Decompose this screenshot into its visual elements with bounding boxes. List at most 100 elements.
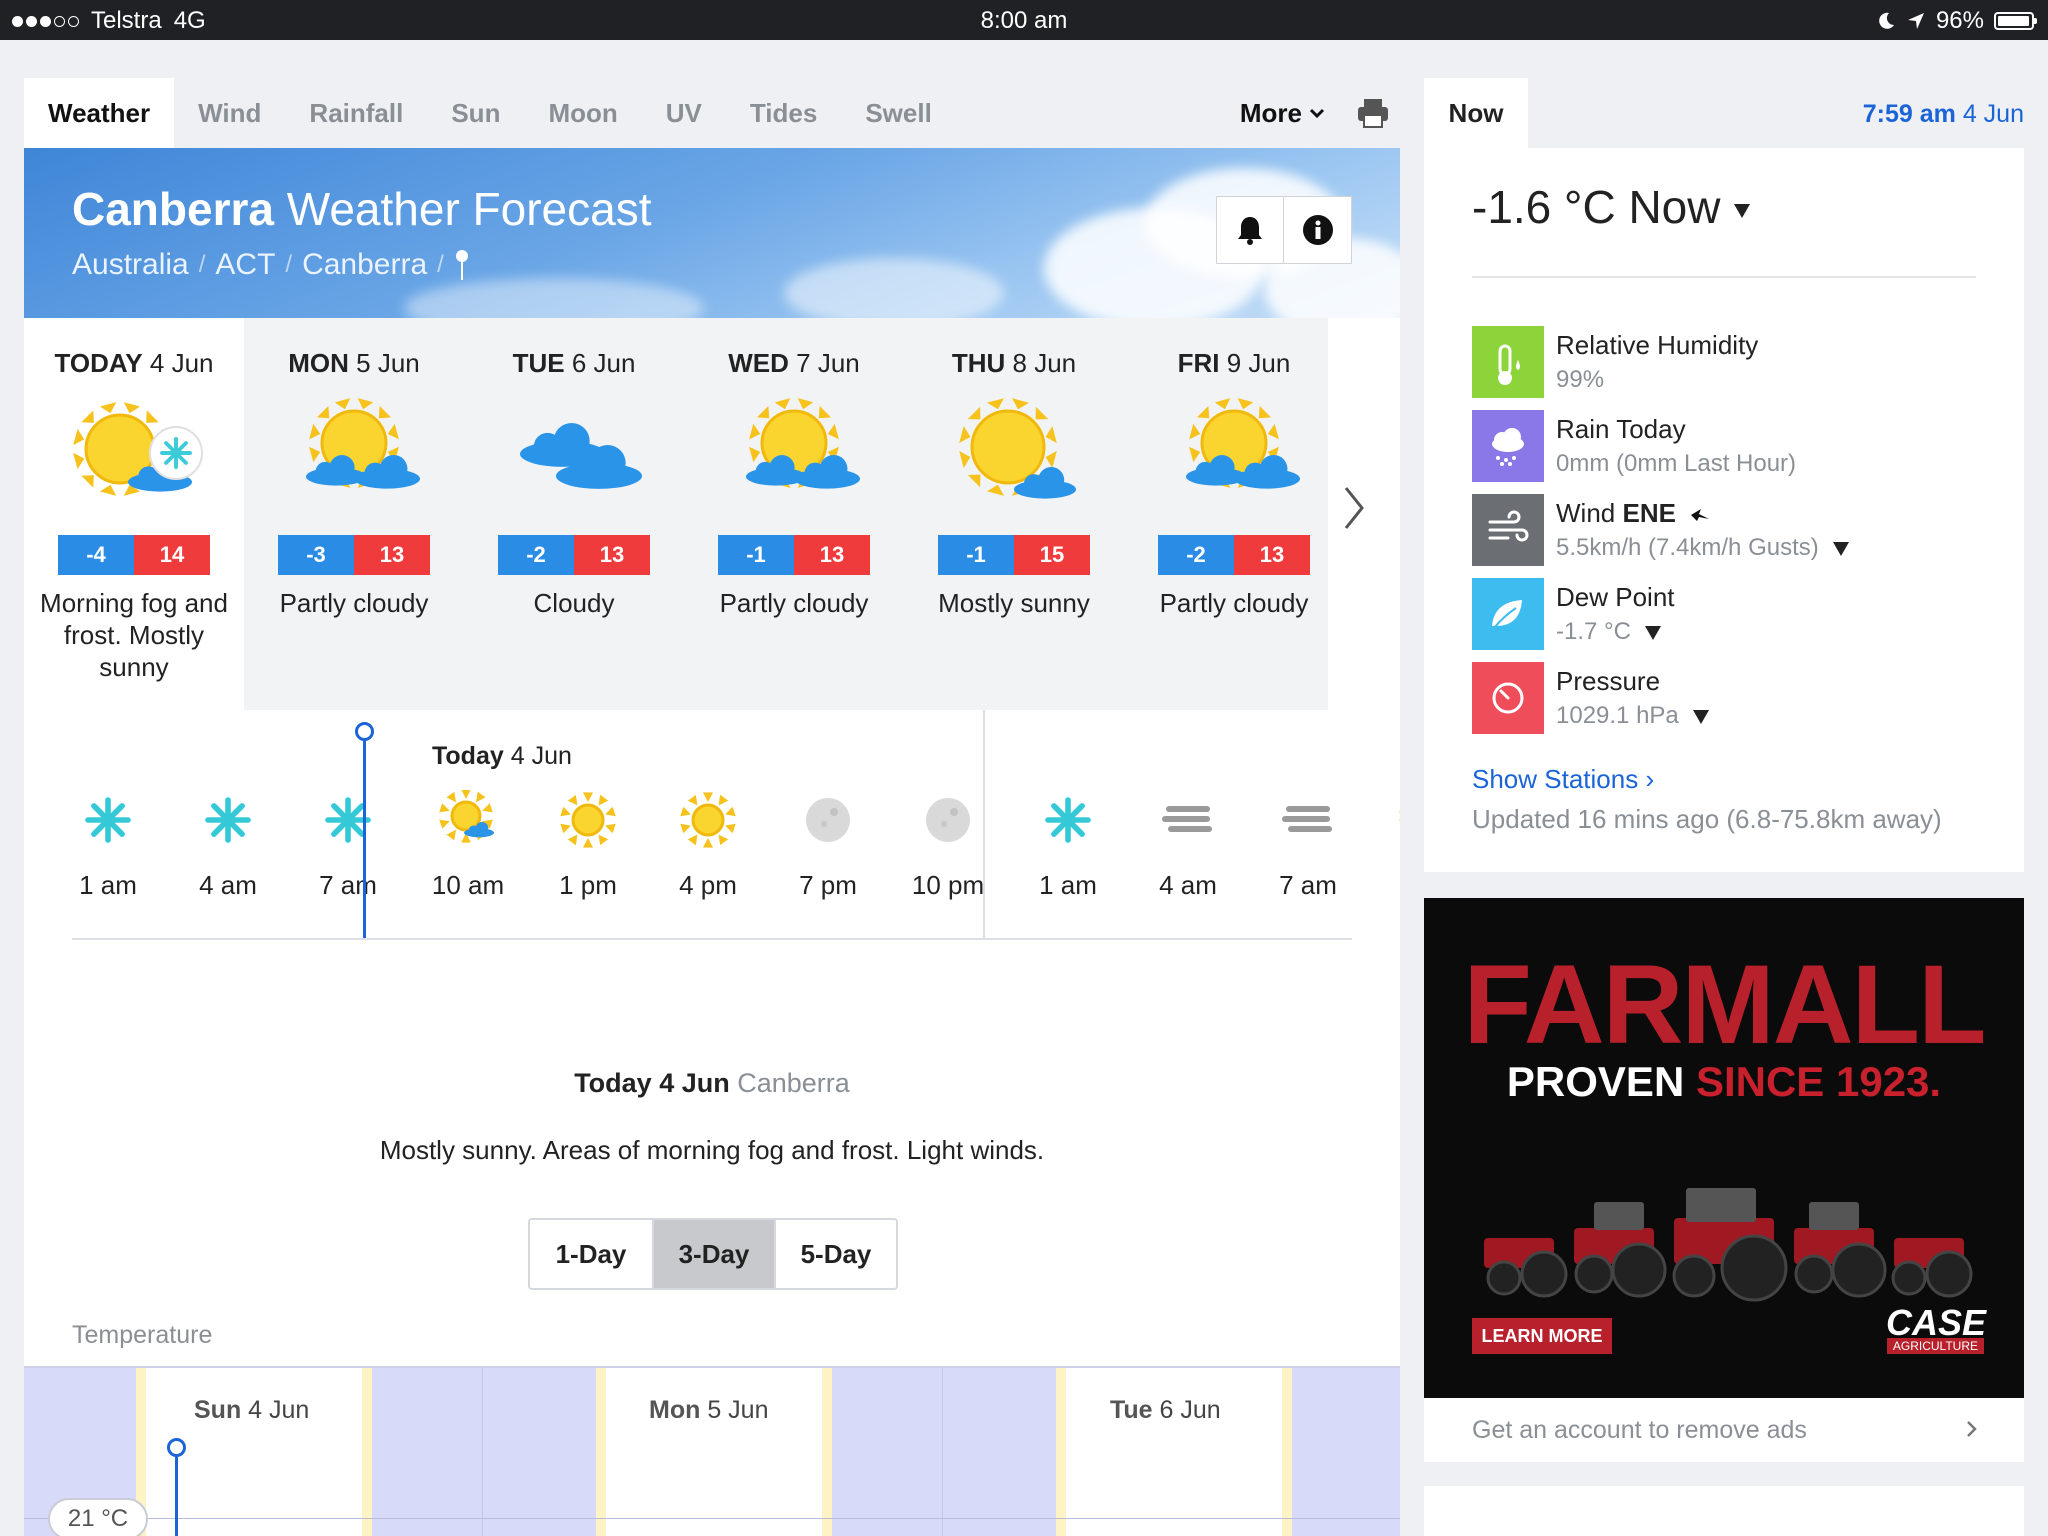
tab-tides[interactable]: Tides <box>726 78 841 148</box>
frost-icon <box>318 790 378 850</box>
stat-row[interactable]: Wind ENE 5.5km/h (7.4km/h Gusts) <box>1472 494 1992 566</box>
expand-caret-icon[interactable] <box>1644 625 1661 640</box>
alerts-button[interactable] <box>1216 196 1284 264</box>
gauge-icon <box>1472 662 1544 734</box>
bell-icon <box>1238 217 1262 245</box>
sun-cloud-icon <box>438 789 498 850</box>
day-card[interactable]: TUE 6 Jun -2 13 Cloudy <box>464 318 684 710</box>
show-stations-link[interactable]: Show Stations › <box>1472 764 1654 795</box>
day-summary: Today 4 Jun Canberra Mostly sunny. Areas… <box>24 1068 1400 1166</box>
min-temp: -2 <box>1158 535 1234 575</box>
forecast-header-banner: Canberra Weather Forecast Australia / AC… <box>24 148 1400 318</box>
location-pin-icon[interactable] <box>454 248 470 282</box>
stat-value: -1.7 °C <box>1556 618 1661 646</box>
tab-sun[interactable]: Sun <box>427 78 524 148</box>
hour-item[interactable]: 10 pm <box>888 790 1008 901</box>
range-5-day-button[interactable]: 5-Day <box>774 1220 896 1288</box>
next-panel <box>1424 1486 2024 1536</box>
observation-time: 7:59 am 4 Jun <box>1862 100 2024 128</box>
hour-time: 7 am <box>1279 870 1337 900</box>
battery-percent: 96% <box>1935 7 1984 34</box>
day-card[interactable]: THU 8 Jun -1 15 Mostly sunny <box>904 318 1124 710</box>
remove-ads-link[interactable]: Get an account to remove ads <box>1424 1398 2024 1462</box>
range-3-day-button[interactable]: 3-Day <box>652 1220 774 1288</box>
max-temp: 13 <box>794 535 870 575</box>
section-tabs: Weather Wind Rainfall Sun Moon UV Tides … <box>24 78 1400 148</box>
tab-rainfall[interactable]: Rainfall <box>285 78 427 148</box>
info-button[interactable] <box>1284 196 1352 264</box>
day-card[interactable]: MON 5 Jun -3 13 Partly cloudy <box>244 318 464 710</box>
sun-cloud-frost-icon <box>64 397 204 517</box>
hour-time: 4 pm <box>679 870 737 900</box>
forecast-column: Weather Wind Rainfall Sun Moon UV Tides … <box>24 78 1400 1536</box>
stat-row[interactable]: Dew Point -1.7 °C <box>1472 578 1992 650</box>
tab-wind[interactable]: Wind <box>174 78 285 148</box>
ad-brand: FARMALL <box>1463 942 1986 1067</box>
tab-uv[interactable]: UV <box>642 78 726 148</box>
tab-weather[interactable]: Weather <box>24 78 175 148</box>
range-1-day-button[interactable]: 1-Day <box>530 1220 652 1288</box>
day-card[interactable]: FRI 9 Jun -2 13 Partly cloudy <box>1124 318 1344 710</box>
hour-time: 1 pm <box>559 870 617 900</box>
hour-item[interactable]: 10 <box>1368 790 1400 901</box>
hour-item[interactable]: 1 pm <box>528 790 648 901</box>
stat-row[interactable]: Pressure 1029.1 hPa <box>1472 662 1992 734</box>
hour-item[interactable]: 4 am <box>1128 790 1248 901</box>
current-temperature[interactable]: -1.6 °C Now <box>1472 180 1751 234</box>
breadcrumb-canberra[interactable]: Canberra <box>302 248 427 282</box>
next-days-button[interactable] <box>1324 468 1384 548</box>
gridline-temp-label: 21 °C <box>48 1498 148 1536</box>
hour-item[interactable]: 1 am <box>1008 790 1128 901</box>
chevron-down-icon <box>1309 108 1325 119</box>
breadcrumb-act[interactable]: ACT <box>215 248 275 282</box>
day-description: Partly cloudy <box>1159 588 1309 618</box>
hour-time: 4 am <box>199 870 257 900</box>
summary-day: Today 4 Jun <box>574 1068 730 1098</box>
tab-now[interactable]: Now <box>1424 78 1528 148</box>
current-time-handle[interactable] <box>355 722 374 741</box>
print-button[interactable] <box>1346 78 1400 148</box>
current-conditions-panel: -1.6 °C Now Relative Humidity 99% Rain T… <box>1424 148 2024 872</box>
hour-item[interactable]: 7 am <box>1248 790 1368 901</box>
case-logo-sub: AGRICULTURE <box>1886 1338 1984 1354</box>
graph-time-handle[interactable] <box>167 1438 186 1457</box>
learn-more-button[interactable]: LEARN MORE <box>1472 1318 1612 1354</box>
hourly-forecast: Today 4 Jun 1 am 4 am 7 am 10 am 1 pm 4 … <box>24 710 1400 940</box>
tab-swell[interactable]: Swell <box>841 78 955 148</box>
expand-caret-icon[interactable] <box>1832 541 1849 556</box>
page-title: Canberra Weather Forecast <box>72 183 652 235</box>
day-heading: FRI 9 Jun <box>1177 348 1291 378</box>
frost-icon <box>198 790 258 850</box>
location-arrow-icon <box>1907 13 1924 29</box>
temperature-graph-label: Temperature <box>72 1321 213 1349</box>
hour-item[interactable]: 4 am <box>168 790 288 901</box>
frost-icon <box>78 790 138 850</box>
min-temp: -3 <box>278 535 354 575</box>
breadcrumb-australia[interactable]: Australia <box>72 248 189 282</box>
more-label: More <box>1239 97 1302 128</box>
tab-moon[interactable]: Moon <box>524 78 641 148</box>
info-icon <box>1302 215 1333 245</box>
hour-item[interactable]: 4 pm <box>648 790 768 901</box>
advertisement[interactable]: FARMALL PROVEN SINCE 1923. LEARN MORE CA… <box>1424 898 2024 1398</box>
wind-direction-arrow-icon <box>1691 509 1710 522</box>
stat-row: Rain Today 0mm (0mm Last Hour) <box>1472 410 1992 482</box>
summary-text: Mostly sunny. Areas of morning fog and f… <box>379 1135 1045 1165</box>
day-heading: TUE 6 Jun <box>512 348 636 378</box>
hour-item[interactable]: 7 pm <box>768 790 888 901</box>
daily-forecast: TODAY 4 Jun -4 14 Morning fog and frost.… <box>24 318 1400 710</box>
fog-icon <box>1278 790 1338 850</box>
clock: 8:00 am <box>980 7 1068 34</box>
day-card[interactable]: TODAY 4 Jun -4 14 Morning fog and frost.… <box>24 318 244 710</box>
hour-time: 4 am <box>1159 870 1217 900</box>
expand-caret-icon[interactable] <box>1692 709 1709 724</box>
hour-item[interactable]: 1 am <box>48 790 168 901</box>
stat-name: Rain Today <box>1556 414 1686 444</box>
day-description: Partly cloudy <box>279 588 429 618</box>
fog-icon <box>1158 790 1218 850</box>
hour-item[interactable]: 10 am <box>408 789 528 901</box>
more-menu-button[interactable]: More <box>1220 78 1346 148</box>
graph-day-label-mon: Mon 5 Jun <box>649 1396 769 1424</box>
hour-item[interactable]: 7 am <box>288 790 408 901</box>
day-card[interactable]: WED 7 Jun -1 13 Partly cloudy <box>684 318 904 710</box>
